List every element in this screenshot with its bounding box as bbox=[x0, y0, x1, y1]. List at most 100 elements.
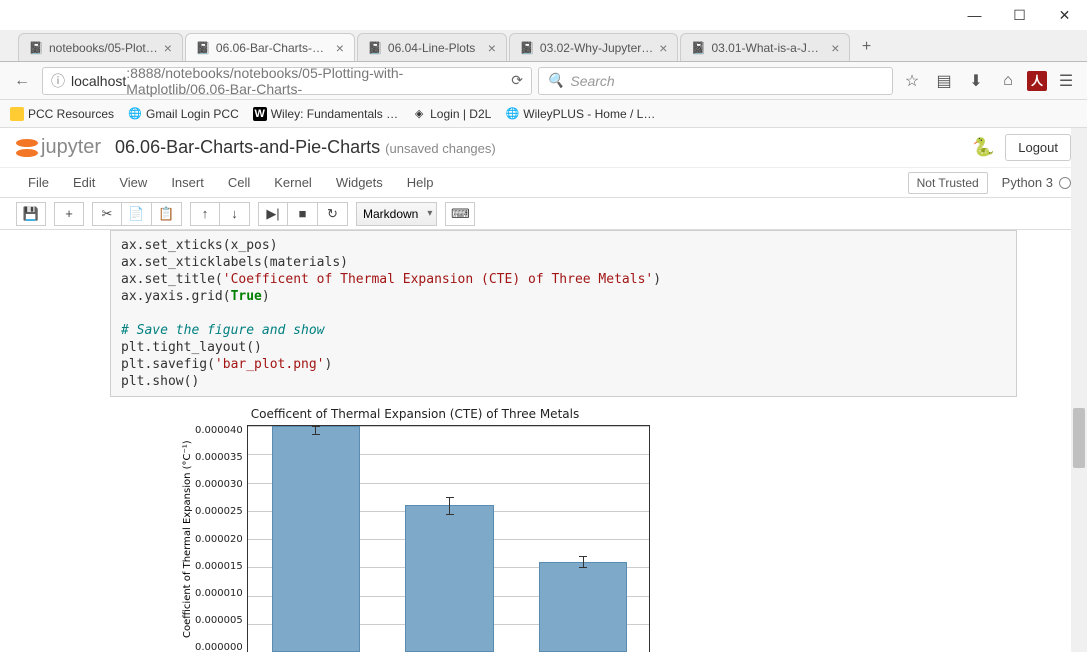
cut-button[interactable]: ✂ bbox=[92, 202, 122, 226]
bar bbox=[405, 505, 493, 652]
page-content: jupyter 06.06-Bar-Charts-and-Pie-Charts … bbox=[0, 128, 1087, 652]
new-tab-button[interactable]: + bbox=[852, 33, 880, 61]
kernel-indicator[interactable]: Python 3 bbox=[1002, 175, 1071, 190]
menu-widgets[interactable]: Widgets bbox=[324, 175, 395, 190]
code-cell[interactable]: ax.set_xticks(x_pos)ax.set_xticklabels(m… bbox=[110, 230, 1017, 397]
jupyter-menubar: File Edit View Insert Cell Kernel Widget… bbox=[0, 168, 1087, 198]
bookmark-item[interactable]: ◈ Login | D2L bbox=[412, 107, 491, 121]
jupyter-logo[interactable]: jupyter bbox=[16, 136, 101, 159]
move-down-button[interactable]: ↓ bbox=[220, 202, 250, 226]
bookmark-item[interactable]: PCC Resources bbox=[10, 107, 114, 121]
tab-close-icon[interactable]: × bbox=[164, 40, 172, 56]
trust-button[interactable]: Not Trusted bbox=[908, 172, 988, 194]
home-icon[interactable]: ⌂ bbox=[995, 68, 1021, 94]
tab-label: notebooks/05-Plot… bbox=[49, 41, 158, 55]
tab-close-icon[interactable]: × bbox=[488, 40, 496, 56]
bookmark-star-icon[interactable]: ☆ bbox=[899, 68, 925, 94]
scroll-thumb[interactable] bbox=[1073, 408, 1085, 468]
search-placeholder: Search bbox=[570, 73, 614, 89]
browser-tab[interactable]: 📓 03.01-What-is-a-Ju… × bbox=[680, 33, 850, 61]
bookmark-icon: ◈ bbox=[412, 107, 426, 121]
interrupt-button[interactable]: ■ bbox=[288, 202, 318, 226]
y-axis-label: Coefficient of Thermal Expansion (°C⁻¹) bbox=[180, 425, 195, 652]
jupyter-favicon-icon: 📓 bbox=[29, 41, 43, 55]
url-path: :8888/notebooks/notebooks/05-Plotting-wi… bbox=[126, 65, 505, 97]
logout-button[interactable]: Logout bbox=[1005, 134, 1071, 161]
globe-icon: 🌐 bbox=[505, 107, 519, 121]
globe-icon: 🌐 bbox=[128, 107, 142, 121]
browser-tab[interactable]: 📓 06.04-Line-Plots × bbox=[357, 33, 507, 61]
jupyter-favicon-icon: 📓 bbox=[520, 41, 534, 55]
bar bbox=[539, 562, 627, 652]
downloads-icon[interactable]: ⬇ bbox=[963, 68, 989, 94]
plot-area bbox=[247, 425, 650, 652]
jupyter-header: jupyter 06.06-Bar-Charts-and-Pie-Charts … bbox=[0, 128, 1087, 168]
browser-tab[interactable]: 📓 06.06-Bar-Charts-a… × bbox=[185, 33, 355, 61]
window-titlebar: — ☐ ✕ bbox=[0, 0, 1087, 30]
pdf-extension-icon[interactable]: 人 bbox=[1027, 71, 1047, 91]
bookmarks-bar: PCC Resources 🌐 Gmail Login PCC WWiley: F… bbox=[0, 100, 1087, 128]
bookmark-label: PCC Resources bbox=[28, 107, 114, 121]
bookmark-label: Login | D2L bbox=[430, 107, 491, 121]
tab-label: 06.04-Line-Plots bbox=[388, 41, 482, 55]
vertical-scrollbar[interactable] bbox=[1071, 128, 1087, 652]
tab-close-icon[interactable]: × bbox=[336, 40, 344, 56]
jupyter-logo-icon bbox=[16, 137, 38, 159]
bookmark-icon bbox=[10, 107, 24, 121]
library-icon[interactable]: ▤ bbox=[931, 68, 957, 94]
back-button[interactable]: ← bbox=[8, 67, 36, 95]
copy-button[interactable]: 📄 bbox=[122, 202, 152, 226]
bookmark-label: Wiley: Fundamentals … bbox=[271, 107, 398, 121]
menu-insert[interactable]: Insert bbox=[159, 175, 216, 190]
menu-icon[interactable]: ☰ bbox=[1053, 68, 1079, 94]
chart-title: Coefficent of Thermal Expansion (CTE) of… bbox=[180, 407, 650, 421]
insert-cell-button[interactable]: + bbox=[54, 202, 84, 226]
bookmark-item[interactable]: WWiley: Fundamentals … bbox=[253, 107, 398, 121]
run-button[interactable]: ▶| bbox=[258, 202, 288, 226]
browser-toolbar: ← ⓘ localhost:8888/notebooks/notebooks/0… bbox=[0, 62, 1087, 100]
notebook-area: ax.set_xticks(x_pos)ax.set_xticklabels(m… bbox=[0, 230, 1087, 652]
menu-kernel[interactable]: Kernel bbox=[262, 175, 324, 190]
search-input[interactable]: 🔍 Search bbox=[538, 67, 893, 95]
python-icon: 🐍 bbox=[971, 136, 995, 160]
tab-close-icon[interactable]: × bbox=[831, 40, 839, 56]
kernel-name: Python 3 bbox=[1002, 175, 1053, 190]
jupyter-logo-text: jupyter bbox=[41, 136, 101, 159]
tab-label: 03.01-What-is-a-Ju… bbox=[711, 41, 825, 55]
jupyter-favicon-icon: 📓 bbox=[368, 41, 382, 55]
browser-tab[interactable]: 📓 03.02-Why-Jupyter… × bbox=[509, 33, 679, 61]
tab-label: 06.06-Bar-Charts-a… bbox=[216, 41, 330, 55]
browser-tab[interactable]: 📓 notebooks/05-Plot… × bbox=[18, 33, 183, 61]
bookmark-label: Gmail Login PCC bbox=[146, 107, 239, 121]
menu-view[interactable]: View bbox=[107, 175, 159, 190]
y-axis: 0.0000400.0000350.0000300.0000250.000020… bbox=[195, 425, 247, 652]
window-maximize-button[interactable]: ☐ bbox=[997, 0, 1042, 30]
restart-button[interactable]: ↻ bbox=[318, 202, 348, 226]
jupyter-favicon-icon: 📓 bbox=[691, 41, 705, 55]
menu-file[interactable]: File bbox=[16, 175, 61, 190]
save-button[interactable]: 💾 bbox=[16, 202, 46, 226]
address-bar[interactable]: ⓘ localhost:8888/notebooks/notebooks/05-… bbox=[42, 67, 532, 95]
command-palette-button[interactable]: ⌨ bbox=[445, 202, 475, 226]
notebook-name: 06.06-Bar-Charts-and-Pie-Charts bbox=[115, 137, 380, 157]
search-icon: 🔍 bbox=[547, 72, 564, 89]
jupyter-toolbar: 💾 + ✂ 📄 📋 ↑ ↓ ▶| ■ ↻ Markdown ⌨ bbox=[0, 198, 1087, 230]
celltype-dropdown[interactable]: Markdown bbox=[356, 202, 437, 226]
kernel-status-icon bbox=[1059, 177, 1071, 189]
move-up-button[interactable]: ↑ bbox=[190, 202, 220, 226]
bookmark-item[interactable]: 🌐WileyPLUS - Home / L… bbox=[505, 107, 655, 121]
window-minimize-button[interactable]: — bbox=[952, 0, 997, 30]
window-close-button[interactable]: ✕ bbox=[1042, 0, 1087, 30]
menu-edit[interactable]: Edit bbox=[61, 175, 107, 190]
notebook-title[interactable]: 06.06-Bar-Charts-and-Pie-Charts (unsaved… bbox=[115, 137, 496, 158]
jupyter-favicon-icon: 📓 bbox=[196, 41, 210, 55]
paste-button[interactable]: 📋 bbox=[152, 202, 182, 226]
site-info-icon[interactable]: ⓘ bbox=[51, 71, 65, 91]
tab-label: 03.02-Why-Jupyter… bbox=[540, 41, 653, 55]
reload-button[interactable]: ⟳ bbox=[505, 72, 523, 89]
menu-help[interactable]: Help bbox=[395, 175, 446, 190]
menu-cell[interactable]: Cell bbox=[216, 175, 262, 190]
bookmark-item[interactable]: 🌐 Gmail Login PCC bbox=[128, 107, 239, 121]
browser-tabstrip: 📓 notebooks/05-Plot… × 📓 06.06-Bar-Chart… bbox=[0, 30, 1087, 62]
tab-close-icon[interactable]: × bbox=[659, 40, 667, 56]
